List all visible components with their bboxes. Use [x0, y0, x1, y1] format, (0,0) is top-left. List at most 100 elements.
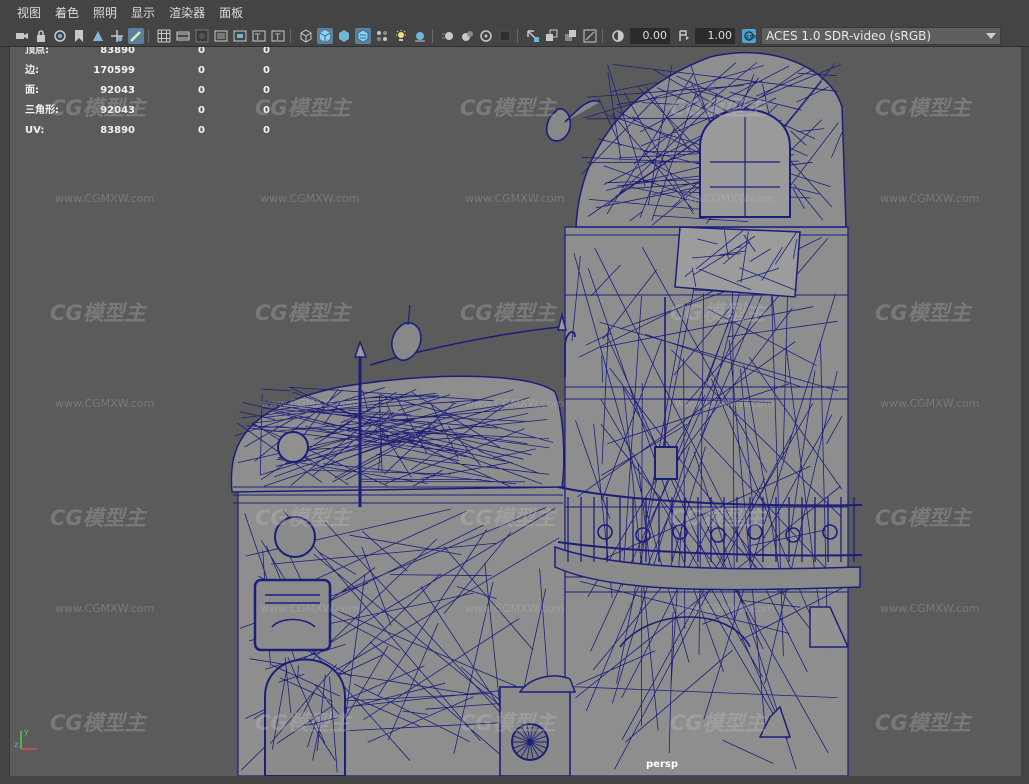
exposure-icon[interactable]: [610, 28, 626, 44]
watermark-url: www.CGMXW.com: [260, 397, 360, 410]
watermark-logo: CG模型主: [255, 301, 351, 325]
watermark-logo: CG模型主: [460, 711, 556, 735]
watermark-logo: CG模型主: [460, 301, 556, 325]
hud-label: 边:: [25, 65, 39, 76]
color-space-label: ACES 1.0 SDR-video (sRGB): [766, 29, 932, 43]
watermark-logo: CG模型主: [255, 711, 351, 735]
watermark-url: www.CGMXW.com: [260, 602, 360, 615]
menu-view[interactable]: 视图: [10, 0, 48, 26]
motion-blur-icon[interactable]: [440, 28, 456, 44]
watermark-logo: CG模型主: [875, 301, 971, 325]
smooth-shade-icon[interactable]: [317, 28, 333, 44]
hanging-sign: [674, 226, 801, 298]
watermark-logo: CG模型主: [670, 96, 766, 120]
watermark-logo: CG模型主: [460, 96, 556, 120]
bounding-box-icon[interactable]: [336, 28, 352, 44]
hud-value: 0: [263, 125, 270, 136]
menu-show[interactable]: 显示: [124, 0, 162, 26]
watermark-url: www.CGMXW.com: [55, 602, 155, 615]
depth-of-field-icon[interactable]: [478, 28, 494, 44]
select-camera-icon[interactable]: [14, 28, 30, 44]
panel-toolbar: T T 0.00 1.00 cm ACES 1.0 SDR-video (sRG…: [0, 26, 1029, 47]
grid-icon[interactable]: [156, 28, 172, 44]
backface-culling-icon[interactable]: [582, 28, 598, 44]
color-management-icon[interactable]: cm: [741, 28, 757, 44]
wireframe-icon[interactable]: [298, 28, 314, 44]
menu-lighting[interactable]: 照明: [86, 0, 124, 26]
watermark-logo: CG模型主: [875, 96, 971, 120]
watermark-logo: CG模型主: [50, 506, 146, 530]
watermark-url: www.CGMXW.com: [465, 397, 565, 410]
use-all-lights-icon[interactable]: [374, 28, 390, 44]
watermark-url: www.CGMXW.com: [260, 192, 360, 205]
hud-value: 0: [198, 65, 205, 76]
field-chart-icon[interactable]: [232, 28, 248, 44]
chevron-down-icon: [982, 28, 1000, 44]
textured-icon[interactable]: [355, 28, 371, 44]
hud-label: 顶点:: [25, 47, 49, 56]
camera-name-label: persp: [646, 759, 678, 770]
round-window-top: [277, 431, 309, 463]
xray-active-icon[interactable]: [563, 28, 579, 44]
wall-plaque: [253, 578, 332, 652]
watermark-url: www.CGMXW.com: [55, 192, 155, 205]
axis-z-label: z: [14, 740, 18, 749]
isolate-select-icon[interactable]: [497, 28, 513, 44]
screen-space-ao-icon[interactable]: [412, 28, 428, 44]
watermark-logo: CG模型主: [670, 711, 766, 735]
menu-renderer[interactable]: 渲染器: [162, 0, 212, 26]
safe-action-icon[interactable]: T: [251, 28, 267, 44]
gamma-icon[interactable]: [675, 28, 691, 44]
watermark-logo: CG模型主: [50, 301, 146, 325]
bird-icon: [391, 322, 422, 362]
viewport-3d[interactable]: 顶点: 83890 0 0 边: 170599 0 0 面: 92043 0 0…: [9, 47, 1022, 776]
watermark-logo: CG模型主: [670, 506, 766, 530]
menu-shading[interactable]: 着色: [48, 0, 86, 26]
watermark-logo: CG模型主: [460, 506, 556, 530]
watermark-logo: CG模型主: [875, 711, 971, 735]
watermark-logo: CG模型主: [670, 301, 766, 325]
resolution-gate-icon[interactable]: [194, 28, 210, 44]
grease-pencil-icon[interactable]: [128, 28, 144, 44]
wireframe-scene[interactable]: [10, 47, 1021, 776]
watermark-logo: CG模型主: [875, 506, 971, 530]
svg-text:T: T: [274, 33, 281, 43]
image-plane-icon[interactable]: [90, 28, 106, 44]
menu-panels[interactable]: 面板: [212, 0, 250, 26]
watermark-logo: CG模型主: [50, 711, 146, 735]
hud-value: 0: [198, 125, 205, 136]
shadows-icon[interactable]: [393, 28, 409, 44]
watermark-logo: CG模型主: [255, 506, 351, 530]
watermark-url: www.CGMXW.com: [880, 602, 980, 615]
hud-value: 83890: [100, 47, 135, 56]
hud-value: 0: [263, 47, 270, 56]
color-space-dropdown[interactable]: ACES 1.0 SDR-video (sRGB): [761, 27, 1001, 45]
lock-camera-icon[interactable]: [33, 28, 49, 44]
hud-value: 83890: [100, 125, 135, 136]
xray-joints-icon[interactable]: [544, 28, 560, 44]
safe-title-icon[interactable]: T: [270, 28, 286, 44]
watermark-url: www.CGMXW.com: [465, 192, 565, 205]
gate-mask-icon[interactable]: [213, 28, 229, 44]
left-panel-border: [0, 47, 9, 784]
lamp-head-icon: [353, 339, 368, 358]
watermark-url: www.CGMXW.com: [675, 192, 775, 205]
camera-attributes-icon[interactable]: [52, 28, 68, 44]
separator: [432, 29, 433, 43]
exposure-field[interactable]: 0.00: [630, 28, 670, 44]
hud-value: 0: [198, 47, 205, 56]
film-gate-icon[interactable]: [175, 28, 191, 44]
svg-text:cm: cm: [746, 34, 756, 41]
watermark-url: www.CGMXW.com: [675, 602, 775, 615]
gamma-field[interactable]: 1.00: [695, 28, 735, 44]
2d-pan-zoom-icon[interactable]: [109, 28, 125, 44]
bottom-panel-border: [0, 776, 1029, 784]
hud-value: 0: [198, 85, 205, 96]
bookmark-icon[interactable]: [71, 28, 87, 44]
hud-value: 170599: [93, 65, 135, 76]
xray-icon[interactable]: [525, 28, 541, 44]
separator: [602, 29, 603, 43]
watermark-url: www.CGMXW.com: [55, 397, 155, 410]
hud-label: UV:: [25, 125, 45, 136]
anti-aliasing-icon[interactable]: [459, 28, 475, 44]
